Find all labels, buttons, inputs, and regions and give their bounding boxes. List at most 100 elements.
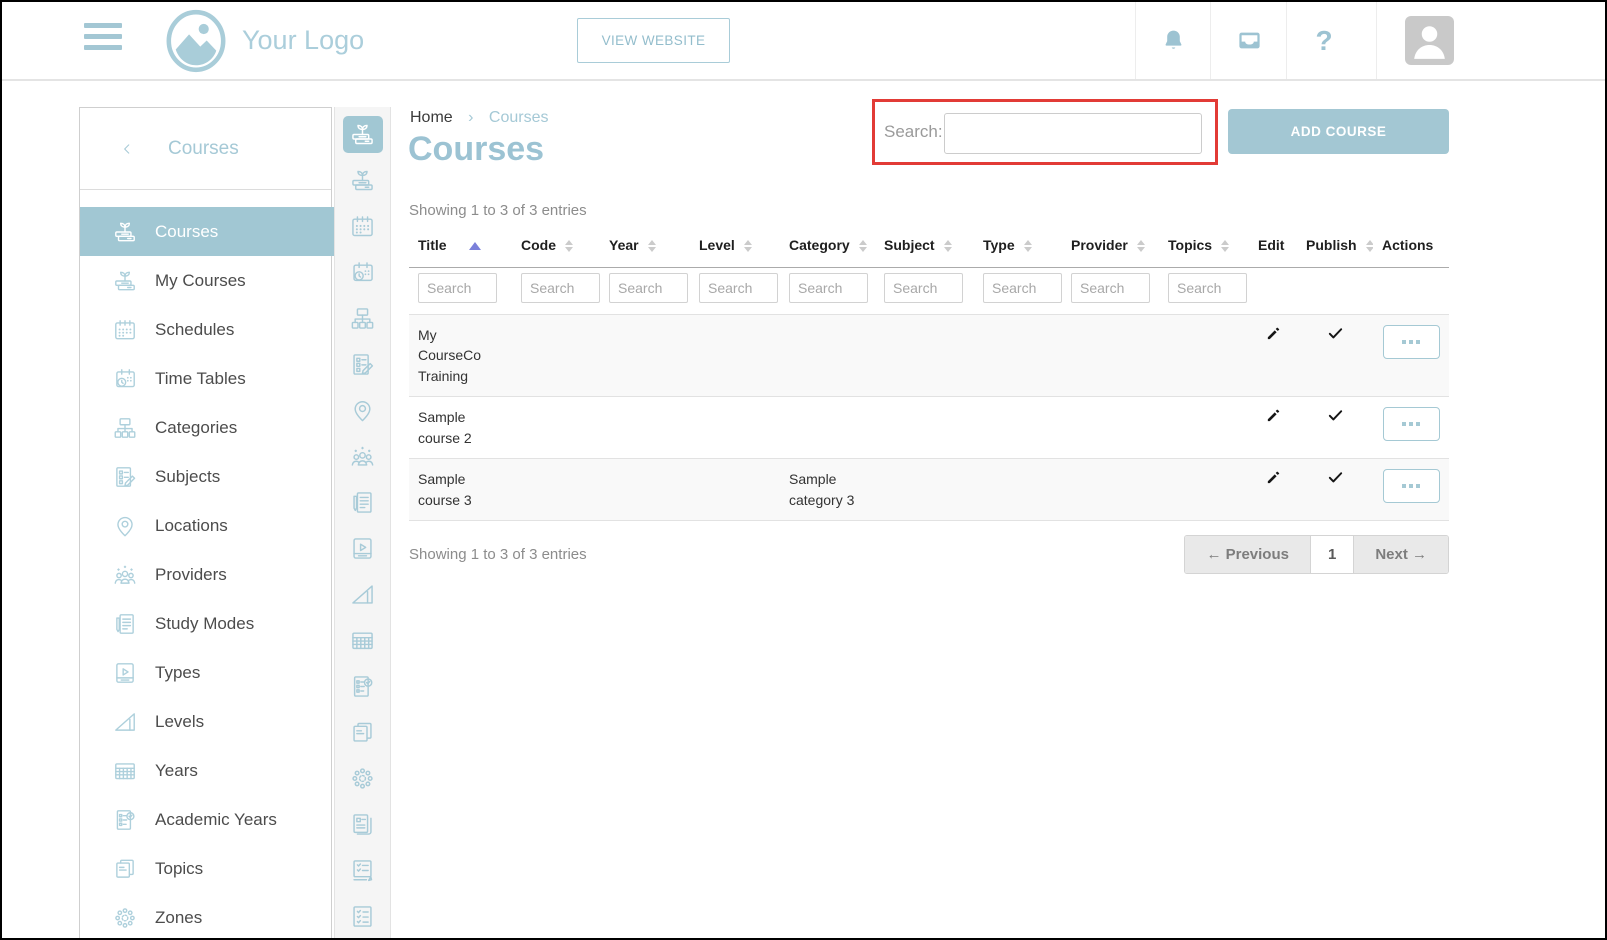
column-header-code[interactable]: Code — [512, 227, 600, 268]
published-check-icon[interactable] — [1327, 469, 1344, 491]
filter-level-input[interactable] — [699, 273, 778, 303]
rail-categories-icon[interactable] — [343, 300, 383, 337]
rail-topics-icon[interactable] — [343, 714, 383, 751]
column-header-year[interactable]: Year — [600, 227, 690, 268]
logo-image-icon[interactable] — [164, 9, 228, 73]
edit-pencil-icon[interactable] — [1265, 469, 1282, 491]
sort-icon[interactable] — [648, 240, 656, 252]
rail-academic-years-icon[interactable] — [343, 668, 383, 705]
help-icon[interactable]: ? — [1299, 2, 1349, 79]
edit-pencil-icon[interactable] — [1265, 407, 1282, 429]
add-course-button[interactable]: ADD COURSE — [1228, 109, 1449, 154]
sort-icon[interactable] — [944, 240, 952, 252]
rail-zones-icon[interactable] — [343, 760, 383, 797]
inbox-icon[interactable] — [1224, 2, 1274, 79]
rail-study-modes-icon[interactable] — [343, 484, 383, 521]
rail-years-icon[interactable] — [343, 622, 383, 659]
topics-icon — [112, 856, 138, 882]
breadcrumb-current-link[interactable]: Courses — [489, 109, 549, 126]
academic-years-icon — [112, 807, 138, 833]
column-header-title[interactable]: Title — [409, 227, 512, 268]
sidebar-item-courses[interactable]: Courses — [80, 207, 340, 256]
column-header-publish[interactable]: Publish — [1297, 227, 1373, 268]
column-header-type[interactable]: Type — [974, 227, 1062, 268]
column-header-level[interactable]: Level — [690, 227, 780, 268]
header-divider — [1210, 2, 1211, 79]
rail-schedules-icon[interactable] — [343, 208, 383, 245]
sidebar-item-time-tables[interactable]: Time Tables — [80, 354, 331, 403]
sidebar-item-study-modes[interactable]: Study Modes — [80, 599, 331, 648]
subjects-icon — [112, 464, 138, 490]
sidebar-item-years[interactable]: Years — [80, 746, 331, 795]
sidebar-item-locations[interactable]: Locations — [80, 501, 331, 550]
pagination-page-1-button[interactable]: 1 — [1310, 536, 1354, 573]
sort-icon[interactable] — [1221, 240, 1229, 252]
sidebar-item-academic-years[interactable]: Academic Years — [80, 795, 331, 844]
hamburger-menu-button[interactable] — [84, 23, 122, 56]
rail-levels-icon[interactable] — [343, 576, 383, 613]
row-actions-button[interactable] — [1383, 325, 1440, 359]
filter-subject-input[interactable] — [884, 273, 963, 303]
table-row: Sample course 2 — [409, 397, 1449, 459]
pagination-next-button[interactable]: Next → — [1354, 536, 1448, 573]
rail-subjects-icon[interactable] — [343, 346, 383, 383]
breadcrumb-home-link[interactable]: Home — [410, 109, 453, 126]
collapse-sidebar-icon[interactable] — [120, 142, 134, 156]
view-website-button[interactable]: VIEW WEBSITE — [577, 18, 730, 63]
header-divider — [1135, 2, 1136, 79]
collapsed-icon-rail — [334, 107, 391, 938]
column-header-subject[interactable]: Subject — [875, 227, 974, 268]
sort-icon[interactable] — [1024, 240, 1032, 252]
row-actions-button[interactable] — [1383, 407, 1440, 441]
rail-checklist-icon[interactable] — [343, 898, 383, 935]
sidebar-item-topics[interactable]: Topics — [80, 844, 331, 893]
filter-topics-input[interactable] — [1168, 273, 1247, 303]
sort-icon[interactable] — [1366, 240, 1373, 252]
sort-icon[interactable] — [744, 240, 752, 252]
study-modes-icon — [112, 611, 138, 637]
rail-assessments-icon[interactable] — [343, 852, 383, 889]
filter-type-input[interactable] — [983, 273, 1062, 303]
rail-types-icon[interactable] — [343, 530, 383, 567]
rail-courses-icon[interactable] — [343, 116, 383, 153]
sidebar-item-types[interactable]: Types — [80, 648, 331, 697]
rail-locations-icon[interactable] — [343, 392, 383, 429]
sidebar-item-categories[interactable]: Categories — [80, 403, 331, 452]
rail-time-tables-icon[interactable] — [343, 254, 383, 291]
sort-icon[interactable] — [1137, 240, 1145, 252]
table-row: Sample course 3 Sample category 3 — [409, 459, 1449, 521]
filter-code-input[interactable] — [521, 273, 600, 303]
cell-provider — [1062, 397, 1159, 459]
filter-category-input[interactable] — [789, 273, 868, 303]
sidebar-item-my-courses[interactable]: My Courses — [80, 256, 331, 305]
edit-pencil-icon[interactable] — [1265, 325, 1282, 347]
filter-provider-input[interactable] — [1071, 273, 1150, 303]
column-header-provider[interactable]: Provider — [1062, 227, 1159, 268]
sidebar-item-subjects[interactable]: Subjects — [80, 452, 331, 501]
sidebar-item-zones[interactable]: Zones — [80, 893, 331, 940]
rail-documents-icon[interactable] — [343, 806, 383, 843]
sort-icon[interactable] — [565, 240, 573, 252]
rail-providers-icon[interactable] — [343, 438, 383, 475]
levels-icon — [112, 709, 138, 735]
filter-title-input[interactable] — [418, 273, 497, 303]
my-courses-icon — [112, 268, 138, 294]
sidebar-item-providers[interactable]: Providers — [80, 550, 331, 599]
pagination-previous-button[interactable]: ← Previous — [1185, 536, 1310, 573]
row-actions-button[interactable] — [1383, 469, 1440, 503]
published-check-icon[interactable] — [1327, 325, 1344, 347]
global-search-input[interactable] — [944, 113, 1202, 154]
published-check-icon[interactable] — [1327, 407, 1344, 429]
top-bar: Your Logo VIEW WEBSITE ? — [2, 2, 1605, 81]
sort-icon[interactable] — [859, 240, 867, 252]
sidebar-item-schedules[interactable]: Schedules — [80, 305, 331, 354]
rail-my-courses-icon[interactable] — [343, 162, 383, 199]
filter-year-input[interactable] — [609, 273, 688, 303]
courses-icon — [112, 219, 138, 245]
notifications-bell-icon[interactable] — [1148, 2, 1198, 79]
user-avatar[interactable] — [1405, 16, 1454, 65]
cell-topics — [1159, 315, 1249, 397]
column-header-topics[interactable]: Topics — [1159, 227, 1249, 268]
sidebar-item-levels[interactable]: Levels — [80, 697, 331, 746]
column-header-category[interactable]: Category — [780, 227, 875, 268]
